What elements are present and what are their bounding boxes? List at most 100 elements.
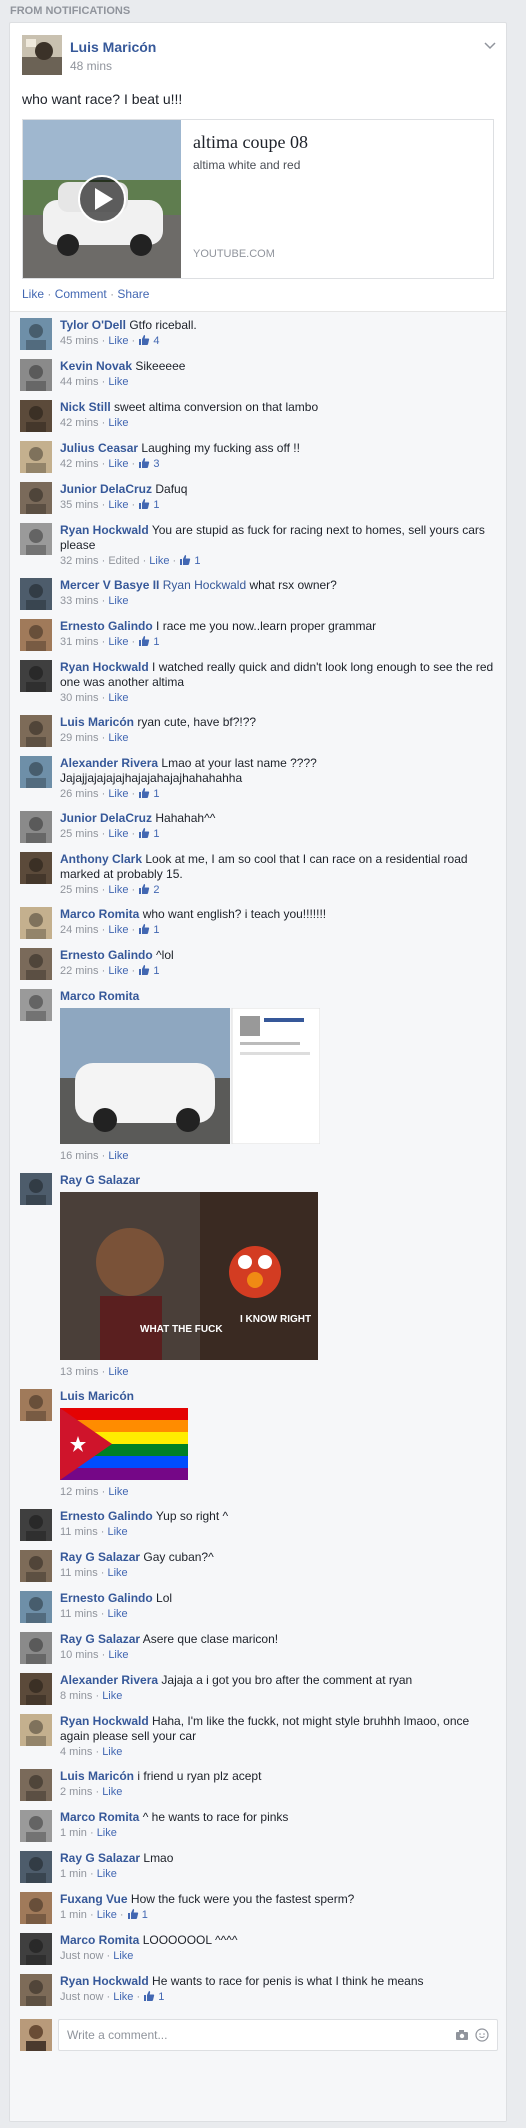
comment-like-button[interactable]: Like: [108, 1486, 128, 1498]
comment-like-button[interactable]: Like: [108, 417, 128, 429]
commenter-avatar[interactable]: [20, 400, 52, 432]
comment-author[interactable]: Tylor O'Dell: [60, 318, 126, 332]
comment-author[interactable]: Ray G Salazar: [60, 1851, 140, 1865]
commenter-avatar[interactable]: [20, 660, 52, 692]
comment-author[interactable]: Junior DelaCruz: [60, 482, 152, 496]
link-preview[interactable]: altima coupe 08 altima white and red YOU…: [22, 119, 494, 279]
commenter-avatar[interactable]: [20, 1974, 52, 2006]
commenter-avatar[interactable]: [20, 715, 52, 747]
comment-author[interactable]: Ryan Hockwald: [60, 1714, 149, 1728]
comment-time[interactable]: 2 mins: [60, 1786, 92, 1798]
comment-like-button[interactable]: Like: [107, 1526, 127, 1538]
share-button[interactable]: Share: [117, 287, 149, 301]
comment-time[interactable]: 11 mins: [60, 1608, 98, 1620]
like-count[interactable]: 1: [138, 499, 159, 511]
like-count[interactable]: 1: [138, 828, 159, 840]
comment-time[interactable]: Just now: [60, 1950, 103, 1962]
comment-time[interactable]: 26 mins: [60, 788, 99, 800]
comment-like-button[interactable]: Like: [108, 499, 128, 511]
like-count[interactable]: 1: [138, 924, 159, 936]
comment-time[interactable]: 8 mins: [60, 1690, 92, 1702]
comment-time[interactable]: 12 mins: [60, 1486, 99, 1498]
comment-like-button[interactable]: Like: [97, 1909, 117, 1921]
comment-time[interactable]: 29 mins: [60, 732, 99, 744]
comment-time[interactable]: 1 min: [60, 1909, 87, 1921]
chevron-down-icon[interactable]: [482, 37, 498, 53]
comment-like-button[interactable]: Like: [108, 828, 128, 840]
post-time[interactable]: 48 mins: [70, 59, 112, 73]
commenter-avatar[interactable]: [20, 1673, 52, 1705]
comment-author[interactable]: Marco Romita: [60, 989, 139, 1003]
comment-author[interactable]: Ray G Salazar: [60, 1550, 140, 1564]
like-button[interactable]: Like: [22, 287, 44, 301]
comment-like-button[interactable]: Like: [108, 1366, 128, 1378]
comment-author[interactable]: Junior DelaCruz: [60, 811, 152, 825]
commenter-avatar[interactable]: [20, 989, 52, 1021]
commenter-avatar[interactable]: [20, 1810, 52, 1842]
comment-like-button[interactable]: Like: [102, 1690, 122, 1702]
comment-like-button[interactable]: Like: [108, 595, 128, 607]
comment-like-button[interactable]: Like: [108, 692, 128, 704]
comment-button[interactable]: Comment: [55, 287, 107, 301]
comment-time[interactable]: 13 mins: [60, 1366, 99, 1378]
commenter-avatar[interactable]: [20, 619, 52, 651]
like-count[interactable]: 1: [179, 555, 200, 567]
commenter-avatar[interactable]: [20, 948, 52, 980]
commenter-avatar[interactable]: [20, 1173, 52, 1205]
commenter-avatar[interactable]: [20, 318, 52, 350]
comment-like-button[interactable]: Like: [113, 1950, 133, 1962]
comment-author[interactable]: Luis Maricón: [60, 1389, 134, 1403]
comment-time[interactable]: 42 mins: [60, 458, 99, 470]
comment-author[interactable]: Julius Ceasar: [60, 441, 138, 455]
link-title[interactable]: altima coupe 08: [193, 132, 308, 153]
commenter-avatar[interactable]: [20, 523, 52, 555]
comment-author[interactable]: Kevin Novak: [60, 359, 132, 373]
comment-time[interactable]: 24 mins: [60, 924, 99, 936]
comment-time[interactable]: 16 mins: [60, 1150, 99, 1162]
emoji-icon[interactable]: [475, 2028, 489, 2042]
comment-author[interactable]: Ryan Hockwald: [60, 523, 149, 537]
comment-like-button[interactable]: Like: [108, 1649, 128, 1661]
comment-like-button[interactable]: Like: [108, 732, 128, 744]
camera-icon[interactable]: [455, 2028, 469, 2042]
commenter-avatar[interactable]: [20, 1389, 52, 1421]
commenter-avatar[interactable]: [20, 1550, 52, 1582]
comment-time[interactable]: 10 mins: [60, 1649, 99, 1661]
like-count[interactable]: 3: [138, 458, 159, 470]
like-count[interactable]: 4: [138, 335, 159, 347]
comment-like-button[interactable]: Like: [108, 376, 128, 388]
comment-like-button[interactable]: Like: [107, 1567, 127, 1579]
comment-author[interactable]: Ernesto Galindo: [60, 948, 153, 962]
commenter-avatar[interactable]: [20, 1892, 52, 1924]
commenter-avatar[interactable]: [20, 578, 52, 610]
comment-author[interactable]: Ryan Hockwald: [60, 1974, 149, 1988]
comment-time[interactable]: 32 mins: [60, 555, 99, 567]
comment-author[interactable]: Ernesto Galindo: [60, 1591, 153, 1605]
comment-author[interactable]: Alexander Rivera: [60, 756, 158, 770]
comment-time[interactable]: 11 mins: [60, 1526, 98, 1538]
comment-time[interactable]: 31 mins: [60, 636, 99, 648]
comment-time[interactable]: 1 min: [60, 1827, 87, 1839]
comment-author[interactable]: Ray G Salazar: [60, 1173, 140, 1187]
comment-like-button[interactable]: Like: [102, 1786, 122, 1798]
comment-like-button[interactable]: Like: [108, 924, 128, 936]
comment-author[interactable]: Marco Romita: [60, 1933, 139, 1947]
commenter-avatar[interactable]: [20, 852, 52, 884]
screenshot-attachment[interactable]: [60, 1007, 321, 1145]
comment-like-button[interactable]: Like: [97, 1827, 117, 1839]
comment-like-button[interactable]: Like: [102, 1746, 122, 1758]
post-author[interactable]: Luis Maricón: [70, 39, 156, 55]
comment-like-button[interactable]: Like: [97, 1868, 117, 1880]
comment-like-button[interactable]: Like: [107, 1608, 127, 1620]
comment-author[interactable]: Mercer V Basye II: [60, 578, 159, 592]
comment-author[interactable]: Marco Romita: [60, 907, 139, 921]
commenter-avatar[interactable]: [20, 1933, 52, 1965]
comment-author[interactable]: Alexander Rivera: [60, 1673, 158, 1687]
meme-image-attachment[interactable]: WHAT THE FUCK I KNOW RIGHT: [60, 1192, 318, 1360]
comment-time[interactable]: 42 mins: [60, 417, 99, 429]
comment-like-button[interactable]: Like: [108, 335, 128, 347]
like-count[interactable]: 1: [143, 1991, 164, 2003]
commenter-avatar[interactable]: [20, 1769, 52, 1801]
comment-like-button[interactable]: Like: [108, 636, 128, 648]
edited-label[interactable]: Edited: [108, 555, 139, 567]
